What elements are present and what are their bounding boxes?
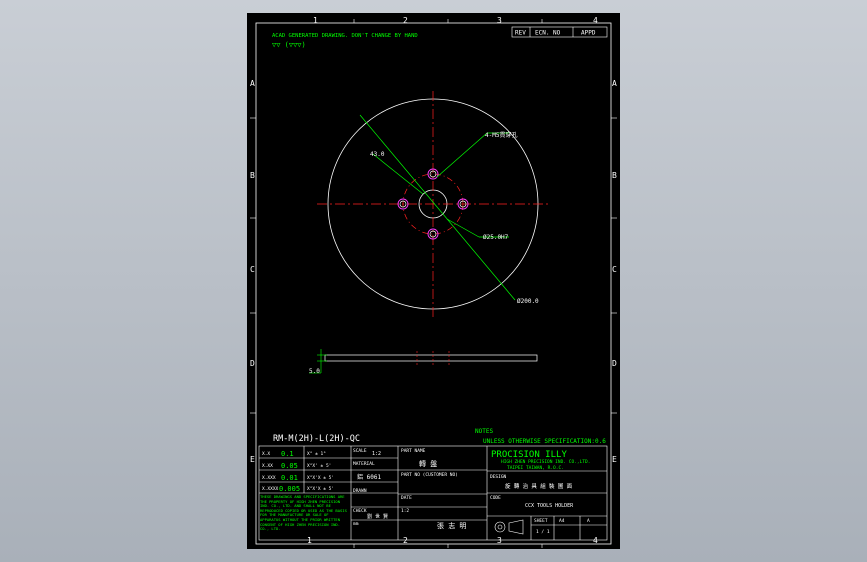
tol-place-3: X.XXX	[262, 475, 276, 481]
scale-label: SCALE	[353, 448, 367, 454]
bore-callout: Ø25.0H7	[483, 234, 509, 241]
row-label-left-e: E	[250, 455, 255, 464]
company-name: HIGH ZHEN PRECISION IND. CO.,LTD.	[501, 459, 590, 465]
material-label: MATERIAL	[353, 461, 375, 467]
outer-diameter-callout: Ø200.0	[517, 298, 539, 305]
material-value: 鋁 6061	[357, 473, 381, 481]
tol-place-2: X.XX	[262, 463, 273, 469]
row-label-right-c: C	[612, 265, 617, 274]
row-label-right-b: B	[612, 171, 617, 180]
proprietary-notice: THESE DRAWINGS AND SPECIFICATIONS ARE TH…	[260, 495, 347, 532]
part-name-label: PART NAME	[401, 448, 426, 454]
leader-lines	[359, 114, 516, 301]
side-view: 5.0	[309, 349, 538, 375]
tol-angle-3: X°X'X ± 5'	[307, 475, 334, 481]
rev-col-appd: APPD	[581, 30, 596, 37]
plan-view: 4-M5貫穿孔 43.0 Ø25.0H7 Ø200.0	[317, 91, 549, 318]
tol-angle-2: X°X' ± 5'	[307, 463, 331, 469]
surface-symbols: ▽▽ (▽▽▽)	[272, 41, 306, 49]
date-value: 1:2	[401, 508, 409, 514]
rev-col-ecn: ECN. NO	[535, 30, 561, 37]
tol-place-4: X.XXXX	[262, 486, 279, 492]
col-label-bottom-3: 3	[497, 536, 502, 545]
code-label: CODE	[490, 495, 501, 501]
row-label-left-c: C	[250, 265, 255, 274]
tol-value-2: 0.05	[281, 462, 298, 470]
col-label-top-4: 4	[593, 16, 598, 25]
drawn-value: 張 志 明	[437, 521, 466, 530]
design-value: 旋 轉 治 具 組 裝 圖 面	[505, 482, 573, 490]
tol-value-3: 0.01	[281, 474, 298, 482]
row-label-right-d: D	[612, 359, 617, 368]
tol-angle-4: X°X'X ± 5'	[307, 486, 334, 492]
tol-place-1: X.X	[262, 451, 270, 457]
rev-col-rev: REV	[515, 30, 526, 37]
col-label-top-3: 3	[497, 16, 502, 25]
thickness-callout: 5.0	[309, 368, 320, 375]
date-label: DATE	[401, 495, 412, 501]
pcd-callout: 43.0	[370, 151, 385, 158]
col-label-top-2: 2	[403, 16, 408, 25]
part-no-label: PART NO (CUSTOMER NO)	[401, 472, 458, 478]
row-label-right-a: A	[612, 79, 617, 88]
part-number: RM-M(2H)-L(2H)-QC	[273, 434, 360, 444]
row-label-right-e: E	[612, 455, 617, 464]
col-label-bottom-2: 2	[403, 536, 408, 545]
projection-symbol-icon	[494, 519, 524, 535]
design-label: DESIGN	[490, 474, 507, 480]
col-label-bottom-4: 4	[593, 536, 598, 545]
header-note: ACAD GENERATED DRAWING. DON'T CHANGE BY …	[272, 33, 418, 39]
holes-callout: 4-M5貫穿孔	[485, 131, 517, 139]
unit-label: mm	[353, 522, 359, 527]
drawn-label: DRAWN	[353, 488, 367, 494]
notes-title: NOTES	[475, 428, 493, 435]
check-label: CHECK	[353, 508, 367, 514]
size-value: A4	[559, 518, 565, 524]
row-label-left-b: B	[250, 171, 255, 180]
revision-table: REV ECN. NO APPD	[511, 26, 608, 38]
code-value: CCX TOOLS HOLDER	[525, 503, 574, 509]
tol-angle-1: X° ± 1°	[307, 451, 326, 457]
col-label-top-1: 1	[313, 16, 318, 25]
company-logo: PROCISION ILLY	[491, 450, 567, 460]
proprietary-notice-box: THESE DRAWINGS AND SPECIFICATIONS ARE TH…	[260, 495, 347, 532]
cad-drawing: 1 2 3 4 1 2 3 4 A B C D E A B C D E ACAD…	[250, 16, 617, 548]
drawing-sheet: 1 2 3 4 1 2 3 4 A B C D E A B C D E ACAD…	[247, 13, 620, 549]
tol-value-4: 0.005	[279, 485, 300, 493]
part-name-value: 轉 盤	[419, 459, 437, 468]
tol-value-1: 0.1	[281, 450, 294, 458]
company-city: TAIPEI TAIWAN, R.O.C.	[507, 465, 564, 471]
check-value: 劉 世 賢	[367, 513, 388, 520]
row-label-left-d: D	[250, 359, 255, 368]
scale-value: 1:2	[372, 451, 381, 457]
sheet-label: SHEET	[534, 518, 548, 524]
row-label-left-a: A	[250, 79, 255, 88]
sheet-value: 1 / 1	[536, 529, 550, 535]
notes-general: UNLESS OTHERWISE SPECIFICATION:0.6	[483, 438, 606, 445]
rev-label-block: A	[587, 518, 590, 524]
